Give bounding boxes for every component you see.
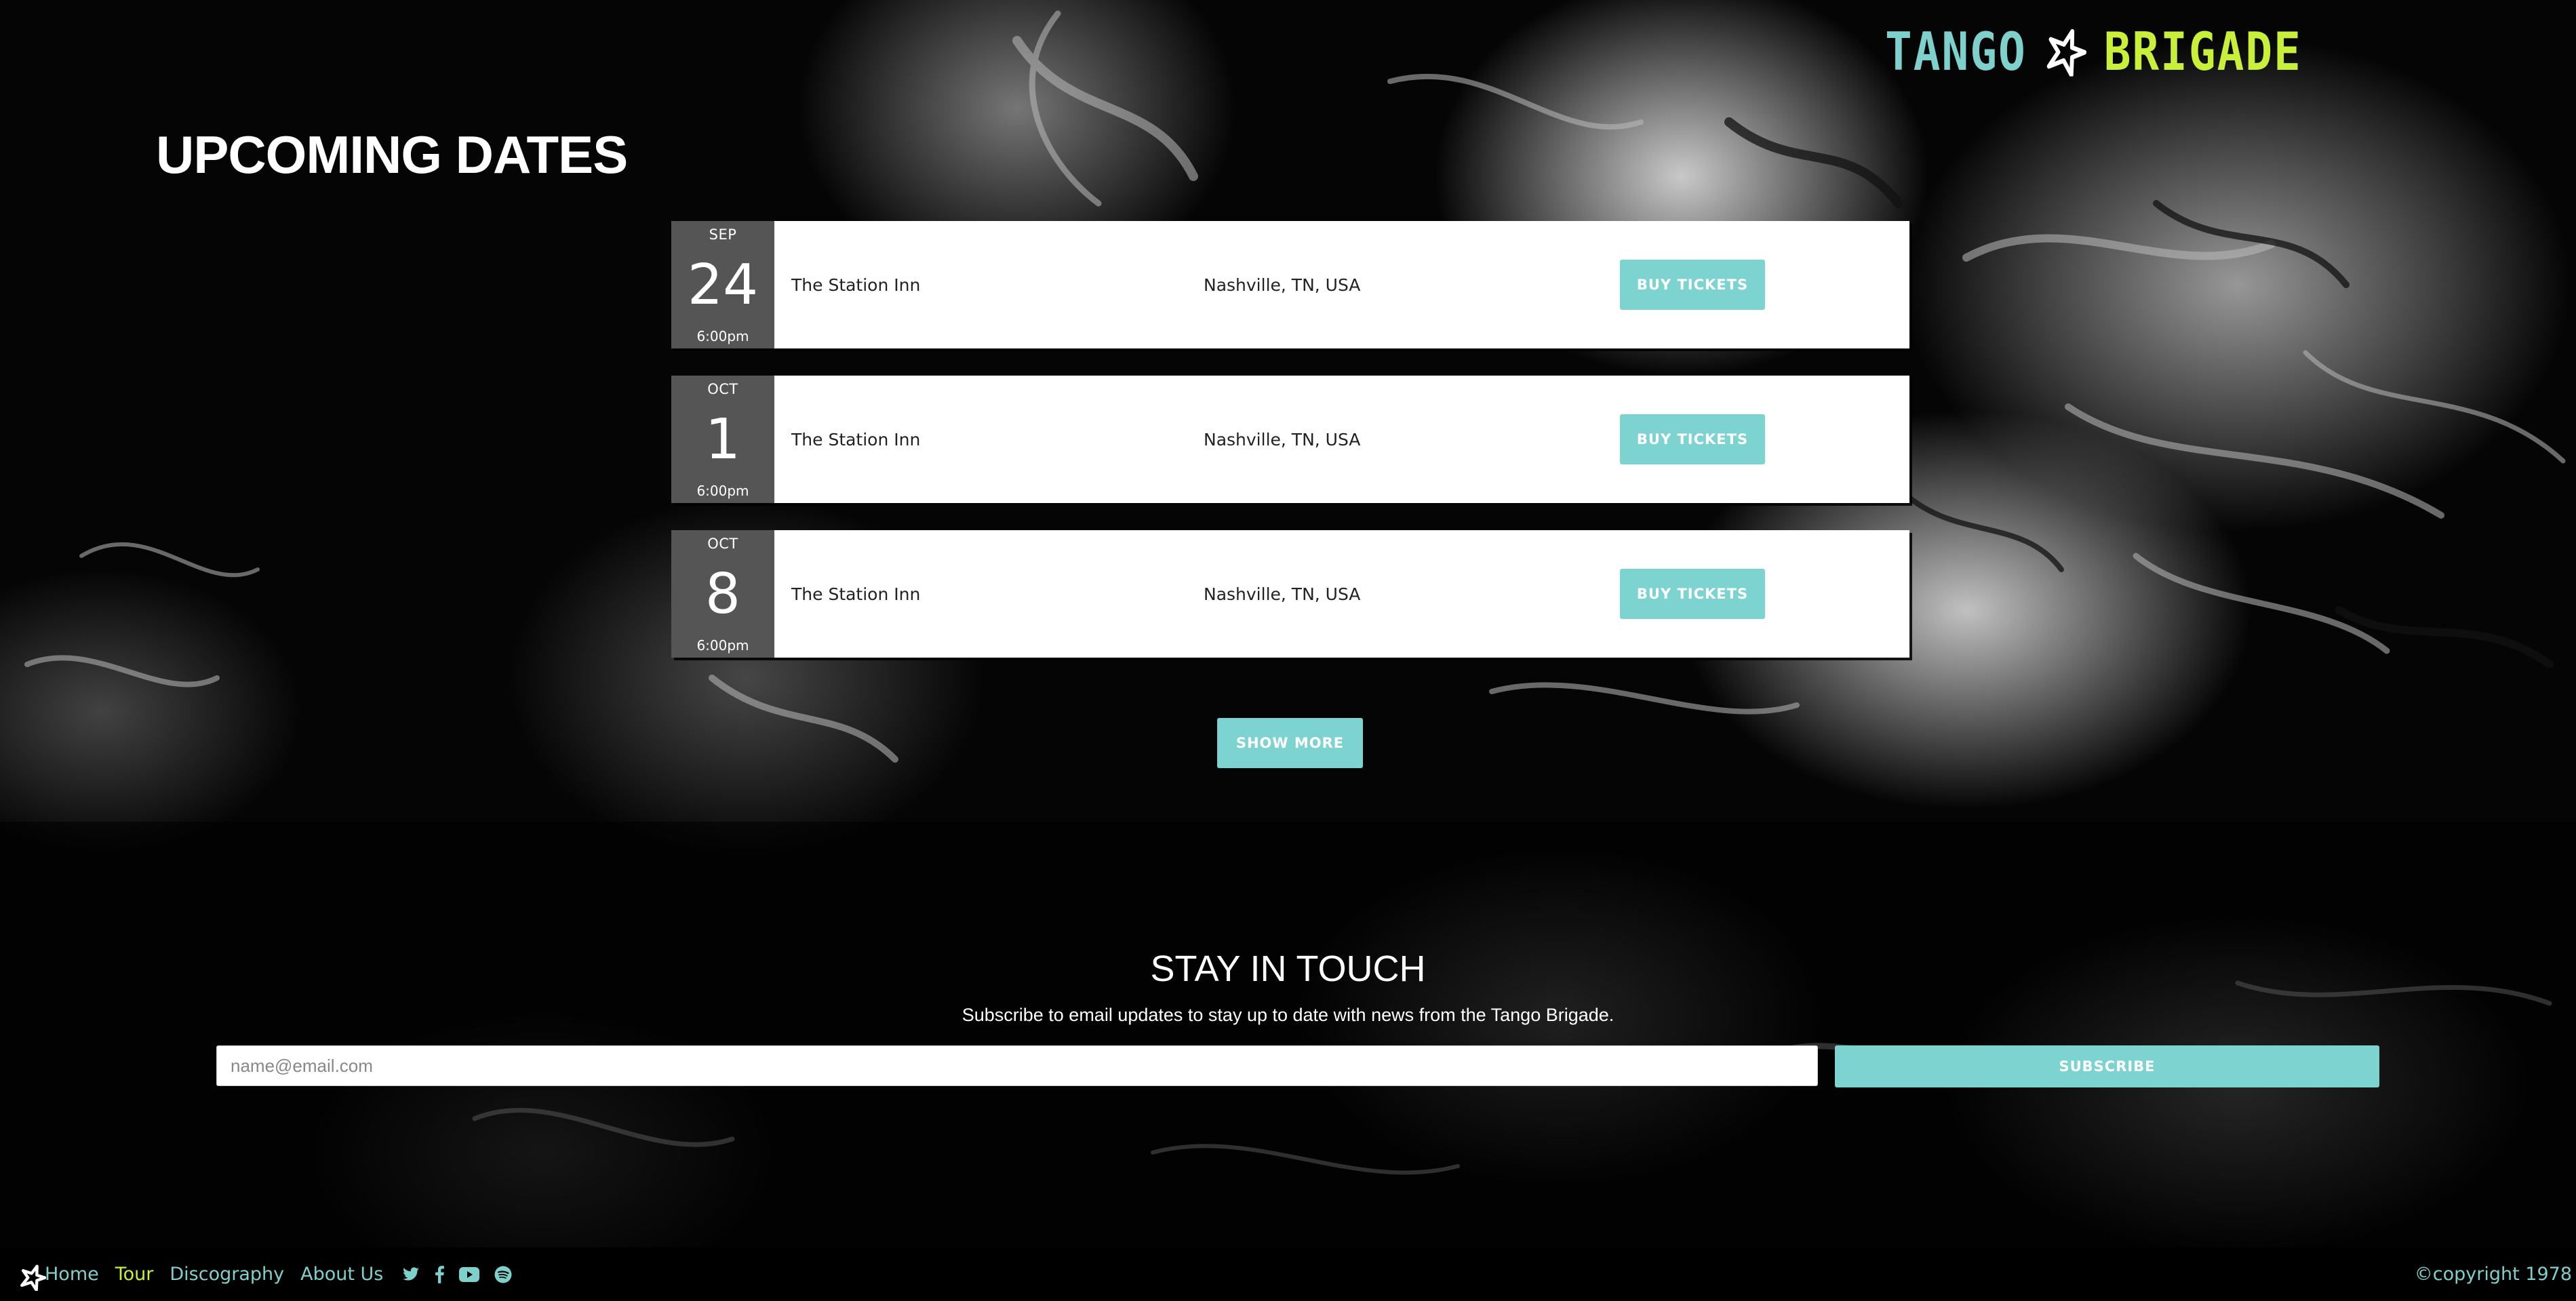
tour-date-row: OCT 8 6:00pm The Station Inn Nashville, …	[671, 530, 1909, 658]
nav-link-home[interactable]: Home	[45, 1264, 99, 1285]
signup-description: Subscribe to email updates to stay up to…	[962, 1005, 1614, 1025]
venue-location: Nashville, TN, USA	[1204, 429, 1361, 449]
signup-title: STAY IN TOUCH	[1150, 948, 1426, 989]
nav-link-about-us[interactable]: About Us	[300, 1264, 383, 1285]
date-month: OCT	[707, 381, 738, 397]
tour-date-row: SEP 24 6:00pm The Station Inn Nashville,…	[671, 221, 1909, 348]
twitter-icon[interactable]	[402, 1266, 420, 1282]
date-badge: OCT 8 6:00pm	[671, 530, 774, 658]
venue-name: The Station Inn	[791, 584, 921, 604]
ticket-cell: BUY TICKETS	[1616, 376, 1765, 503]
date-time: 6:00pm	[696, 483, 749, 499]
date-badge: SEP 24 6:00pm	[671, 221, 774, 348]
ticket-cell: BUY TICKETS	[1616, 221, 1765, 348]
nav-link-discography[interactable]: Discography	[170, 1264, 284, 1285]
venue-location: Nashville, TN, USA	[1204, 584, 1361, 604]
venue-name: The Station Inn	[791, 429, 921, 449]
date-day: 8	[705, 562, 741, 626]
date-month: OCT	[707, 536, 738, 552]
star-logo-icon	[2046, 28, 2086, 77]
youtube-icon[interactable]	[459, 1266, 480, 1282]
tour-dates-list: SEP 24 6:00pm The Station Inn Nashville,…	[671, 221, 1909, 685]
footer: Home Tour Discography About Us ©copyrigh…	[0, 1247, 2576, 1301]
logo-word-brigade: BRIGADE	[2103, 20, 2302, 83]
social-links	[402, 1265, 512, 1283]
tour-date-row: OCT 1 6:00pm The Station Inn Nashville, …	[671, 376, 1909, 503]
buy-tickets-button[interactable]: BUY TICKETS	[1620, 260, 1765, 310]
ticket-cell: BUY TICKETS	[1616, 530, 1765, 658]
show-more-button[interactable]: SHOW MORE	[1217, 718, 1363, 768]
subscribe-button[interactable]: SUBSCRIBE	[1835, 1045, 2379, 1087]
star-logo-icon[interactable]	[19, 1264, 46, 1291]
date-time: 6:00pm	[696, 637, 749, 654]
venue-name: The Station Inn	[791, 275, 921, 295]
logo-word-tango: TANGO	[1885, 20, 2027, 83]
nav-link-tour[interactable]: Tour	[115, 1264, 154, 1285]
brand-logo[interactable]: TANGO BRIGADE	[1885, 20, 2302, 83]
page-title: UPCOMING DATES	[156, 125, 628, 184]
date-badge: OCT 1 6:00pm	[671, 376, 774, 503]
date-month: SEP	[709, 226, 737, 243]
signup-section-overlay	[0, 822, 2576, 1247]
date-time: 6:00pm	[696, 328, 749, 344]
footer-nav: Home Tour Discography About Us	[45, 1247, 512, 1301]
buy-tickets-button[interactable]: BUY TICKETS	[1620, 414, 1765, 464]
copyright-text: ©copyright 1978	[2414, 1264, 2572, 1285]
date-day: 1	[705, 407, 741, 472]
facebook-icon[interactable]	[435, 1265, 445, 1283]
email-input[interactable]	[216, 1045, 1818, 1086]
spotify-icon[interactable]	[494, 1266, 512, 1283]
buy-tickets-button[interactable]: BUY TICKETS	[1620, 569, 1765, 619]
date-day: 24	[687, 253, 759, 317]
venue-location: Nashville, TN, USA	[1204, 275, 1361, 295]
